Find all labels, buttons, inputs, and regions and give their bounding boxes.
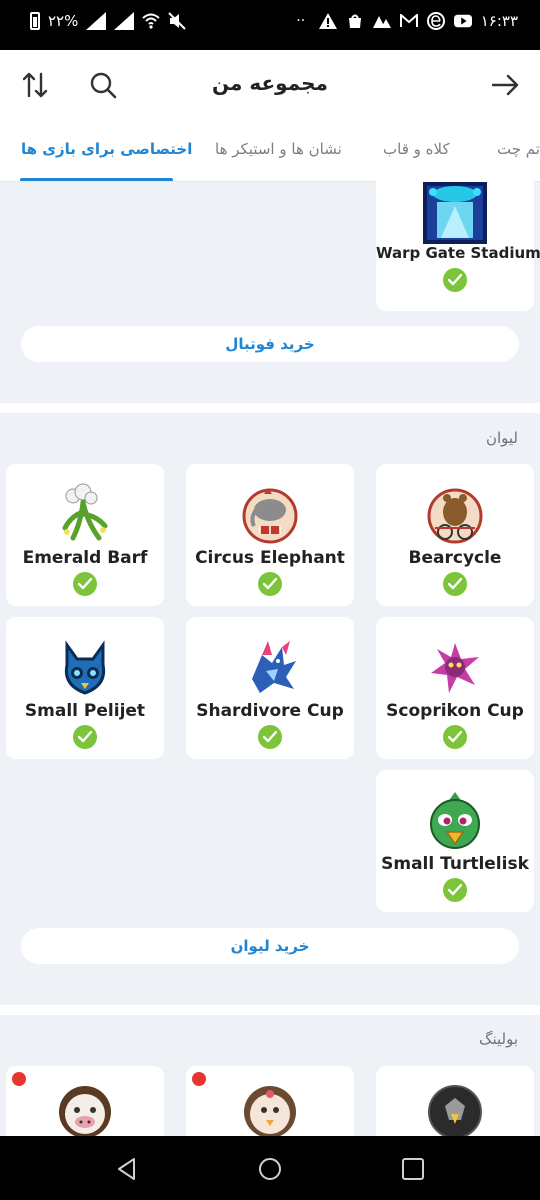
shardivore-image [252, 641, 296, 693]
item-card-small-pelijet[interactable]: Small Pelijet [6, 617, 164, 759]
section-title: لیوان [485, 429, 518, 447]
emerald-barf-image [62, 483, 108, 541]
item-card-bearcycle[interactable]: Bearcycle [376, 464, 534, 606]
nav-home-icon[interactable] [257, 1156, 283, 1182]
item-card-shardivore-cup[interactable]: Shardivore Cup [186, 617, 354, 759]
buy-football-button[interactable]: خرید فوتبال [21, 326, 519, 362]
owned-check-icon [73, 572, 97, 596]
tab-badges-stickers[interactable]: نشان ها و استیکر ها [215, 140, 342, 158]
item-name: Warp Gate Stadium [376, 244, 540, 262]
item-card-circus-elephant[interactable]: Circus Elephant [186, 464, 354, 606]
owned-check-icon [258, 725, 282, 749]
signal-icon [86, 12, 107, 30]
page-title: مجموعه من [212, 71, 328, 95]
app-header: مجموعه من [0, 50, 540, 120]
youtube-icon [453, 12, 472, 30]
bowling-ball-image [59, 1086, 111, 1136]
battery-icon [30, 12, 40, 30]
item-name: Shardivore Cup [196, 701, 344, 721]
item-card-scoprikon-cup[interactable]: Scoprikon Cup [376, 617, 534, 759]
cups-section: لیوان Bearcycle Circus Elephant Emerald … [0, 413, 540, 1005]
football-section: Warp Gate Stadium خرید فوتبال [0, 172, 540, 403]
mute-icon [168, 12, 187, 30]
battery-percent: ۲۲% [48, 12, 79, 30]
section-title: بولینگ [479, 1030, 518, 1048]
item-name: Scoprikon Cup [386, 701, 524, 721]
owned-check-icon [258, 572, 282, 596]
warning-icon [318, 12, 337, 30]
owned-check-icon [443, 572, 467, 596]
item-card-bowling-ball[interactable] [6, 1066, 164, 1136]
item-card-warp-gate-stadium[interactable]: Warp Gate Stadium [376, 172, 540, 311]
circus-elephant-image [242, 488, 298, 544]
status-right: ·· ۱۶:۳۳ [292, 12, 518, 30]
new-badge-dot [192, 1072, 206, 1086]
item-card-emerald-barf[interactable]: Emerald Barf [6, 464, 164, 606]
bearcycle-image [427, 488, 483, 544]
item-card-bowling-ball[interactable] [376, 1066, 534, 1136]
app-e-icon [426, 12, 445, 30]
tab-hats-frames[interactable]: کلاه و قاب [383, 140, 450, 158]
owned-check-icon [443, 725, 467, 749]
more-dots-icon: ·· [296, 13, 306, 29]
system-nav-bar [0, 1136, 540, 1200]
tab-games[interactable]: اختصاصی برای بازی ها [21, 140, 192, 158]
small-turtlelisk-image [430, 792, 480, 849]
bowling-section: بولینگ [0, 1015, 540, 1136]
shopping-bag-icon [346, 12, 364, 30]
item-name: Small Pelijet [24, 701, 146, 721]
item-name: Emerald Barf [22, 548, 148, 568]
bowling-ball-image [244, 1086, 296, 1136]
nav-back-icon[interactable] [114, 1156, 140, 1182]
item-name: Circus Elephant [195, 548, 345, 568]
buy-cup-button[interactable]: خرید لیوان [21, 928, 519, 964]
bowling-ball-image [428, 1085, 482, 1136]
tab-chat-theme[interactable]: تم چت [497, 140, 540, 158]
owned-check-icon [73, 725, 97, 749]
gmail-icon [399, 12, 418, 30]
wifi-icon [142, 12, 161, 30]
back-arrow-icon[interactable] [490, 70, 520, 100]
small-pelijet-image [64, 640, 106, 695]
app-icon [372, 12, 391, 30]
clock: ۱۶:۳۳ [480, 12, 518, 30]
owned-check-icon [443, 878, 467, 902]
section-divider [0, 1005, 540, 1015]
item-name: Bearcycle [408, 548, 502, 568]
owned-check-icon [443, 268, 467, 292]
scoprikon-image [431, 643, 479, 693]
nav-recents-icon[interactable] [400, 1156, 426, 1182]
signal-icon-2 [114, 12, 135, 30]
item-name: Small Turtlelisk [381, 854, 529, 874]
item-card-small-turtlelisk[interactable]: Small Turtlelisk [376, 770, 534, 912]
status-left: ۲۲% [30, 12, 187, 30]
stadium-image [423, 182, 487, 244]
new-badge-dot [12, 1072, 26, 1086]
item-card-bowling-ball[interactable] [186, 1066, 354, 1136]
status-bar: ۲۲% ·· ۱۶:۳۳ [0, 0, 540, 50]
section-divider [0, 403, 540, 413]
